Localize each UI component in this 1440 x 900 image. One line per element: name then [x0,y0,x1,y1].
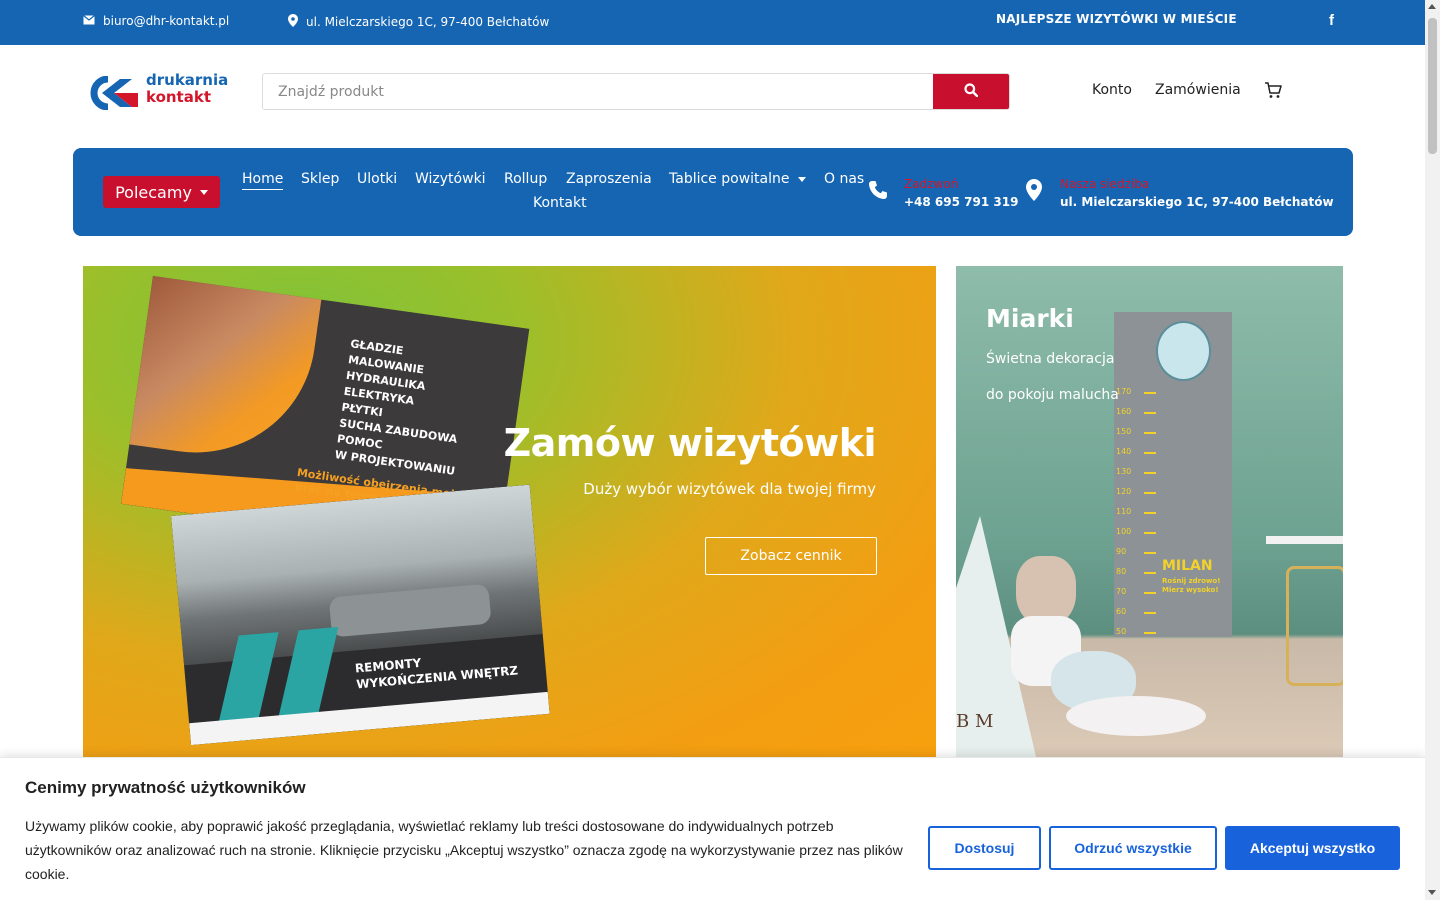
promo-text: NAJLEPSZE WIZYTÓWKI W MIEŚCIE [996,12,1237,26]
meter-tick [1144,592,1156,594]
side-line-1: Świetna dekoracja [986,351,1115,367]
meter-sub-line: Mierz wysoko! [1162,586,1219,594]
side-promo-miarki[interactable]: 170 160 150 140 130 120 110 100 90 80 70… [956,266,1343,757]
nav-sklep[interactable]: Sklep [301,171,339,187]
chevron-down-icon [199,189,208,195]
phone-icon [868,180,888,204]
meter-tick [1144,392,1156,394]
interior-photo [171,484,543,666]
see-prices-button[interactable]: Zobacz cennik [705,537,877,575]
address-text: ul. Mielczarskiego 1C, 97-400 Bełchatów [306,15,550,29]
contact-address: ul. Mielczarskiego 1C, 97-400 Bełchatów [288,14,549,30]
main-nav: Polecamy Home Sklep Ulotki Wizytówki Rol… [73,148,1353,236]
search-bar [262,73,1010,110]
nav-kontakt[interactable]: Kontakt [533,195,587,211]
meter-mark: 90 [1116,547,1127,556]
meter-tick [1144,572,1156,574]
meter-mark: 100 [1116,527,1132,536]
meter-mark: 80 [1116,567,1127,576]
scroll-up-arrow-icon[interactable] [1428,4,1436,9]
cookie-banner: Cenimy prywatność użytkowników Używamy p… [0,757,1425,900]
nav-home[interactable]: Home [242,171,284,190]
meter-tick [1144,472,1156,474]
hq-label: Nasza siedziba [1060,177,1150,191]
cookie-customize-button[interactable]: Dostosuj [928,826,1041,870]
meter-mark: 50 [1116,627,1127,636]
polecamy-dropdown[interactable]: Polecamy [103,176,220,208]
scrollbar-thumb[interactable] [1428,18,1437,154]
hq-address: ul. Mielczarskiego 1C, 97-400 Bełchatów [1060,195,1334,209]
envelope-icon [83,14,95,28]
cookie-title: Cenimy prywatność użytkowników [25,778,306,797]
rug-shape [1066,696,1206,736]
email-text: biuro@dhr-kontakt.pl [103,14,230,28]
cookie-reject-button[interactable]: Odrzuć wszystkie [1049,826,1217,870]
map-pin-icon [1026,179,1042,205]
orders-link[interactable]: Zamówienia [1155,82,1241,98]
page-scrollbar[interactable] [1425,0,1440,900]
meter-mark: 150 [1116,427,1132,436]
meter-tick [1144,552,1156,554]
meter-subtitle: Rośnij zdrowo! Mierz wysoko! [1162,577,1220,595]
side-title: Miarki [986,304,1074,333]
account-link[interactable]: Konto [1092,82,1132,98]
meter-tick [1144,512,1156,514]
search-button[interactable] [933,74,1009,109]
phone-label: Zadzwoń [904,177,959,191]
polecamy-label: Polecamy [115,182,192,202]
meter-tick [1144,612,1156,614]
scroll-down-arrow-icon[interactable] [1428,890,1436,895]
logo[interactable]: drukarnia kontakt [88,72,233,112]
logo-line-kontakt: kontakt [146,88,211,106]
nav-tablice-label: Tablice powitalne [669,171,790,187]
search-icon [964,82,979,101]
phone-number[interactable]: +48 695 791 319 [904,195,1018,209]
flyer-services-list: GŁADZIE MALOWANIE HYDRAULIKA ELEKTRYKA P… [334,336,472,480]
flyer2-text: REMONTY WYKOŃCZENIA WNĘTRZ [354,646,518,692]
meter-tick [1144,432,1156,434]
meter-sub-line: Rośnij zdrowo! [1162,577,1221,585]
meter-mark: 70 [1116,587,1127,596]
facebook-icon[interactable]: f [1329,12,1334,29]
map-pin-icon [288,14,298,30]
flyer-image-interior: REMONTY WYKOŃCZENIA WNĘTRZ [171,484,550,746]
search-input[interactable] [263,74,935,109]
chevron-down-icon [797,176,806,182]
meter-tick [1144,452,1156,454]
nav-wizytowki[interactable]: Wizytówki [415,171,486,187]
meter-mark: 60 [1116,607,1127,616]
cookie-accept-button[interactable]: Akceptuj wszystko [1225,826,1400,870]
nav-tablice-powitalne[interactable]: Tablice powitalne [669,171,806,187]
meter-tick [1144,632,1156,634]
hero-subtitle: Duży wybór wizytówek dla twojej firmy [583,480,876,498]
meter-name: MILAN [1162,558,1213,574]
meter-tick [1144,492,1156,494]
logo-line-drukarnia: drukarnia [146,71,229,89]
hero-banner[interactable]: GŁADZIE MALOWANIE HYDRAULIKA ELEKTRYKA P… [83,266,936,757]
logo-mark-icon [90,76,138,110]
meter-mark: 140 [1116,447,1132,456]
astronaut-illustration [1156,321,1211,381]
worker-photo [129,276,322,469]
nav-o-nas[interactable]: O nas [824,171,864,187]
nav-zaproszenia[interactable]: Zaproszenia [566,171,652,187]
table-shape [1266,536,1343,544]
meter-mark: 130 [1116,467,1132,476]
nav-ulotki[interactable]: Ulotki [357,171,397,187]
meter-tick [1144,412,1156,414]
hero-title: Zamów wizytówki [503,421,877,465]
meter-mark: 110 [1116,507,1132,516]
meter-tick [1144,532,1156,534]
contact-email[interactable]: biuro@dhr-kontakt.pl [83,14,229,28]
nav-rollup[interactable]: Rollup [504,171,547,187]
meter-mark: 160 [1116,407,1132,416]
side-line-2: do pokoju malucha [986,387,1119,403]
meter-mark: 120 [1116,487,1132,496]
chair-shape [1286,566,1343,686]
cart-icon[interactable] [1264,82,1282,103]
toy-blocks: B M [956,711,994,732]
cookie-text: Używamy plików cookie, aby poprawić jako… [25,818,903,882]
top-bar: biuro@dhr-kontakt.pl ul. Mielczarskiego … [0,0,1425,45]
